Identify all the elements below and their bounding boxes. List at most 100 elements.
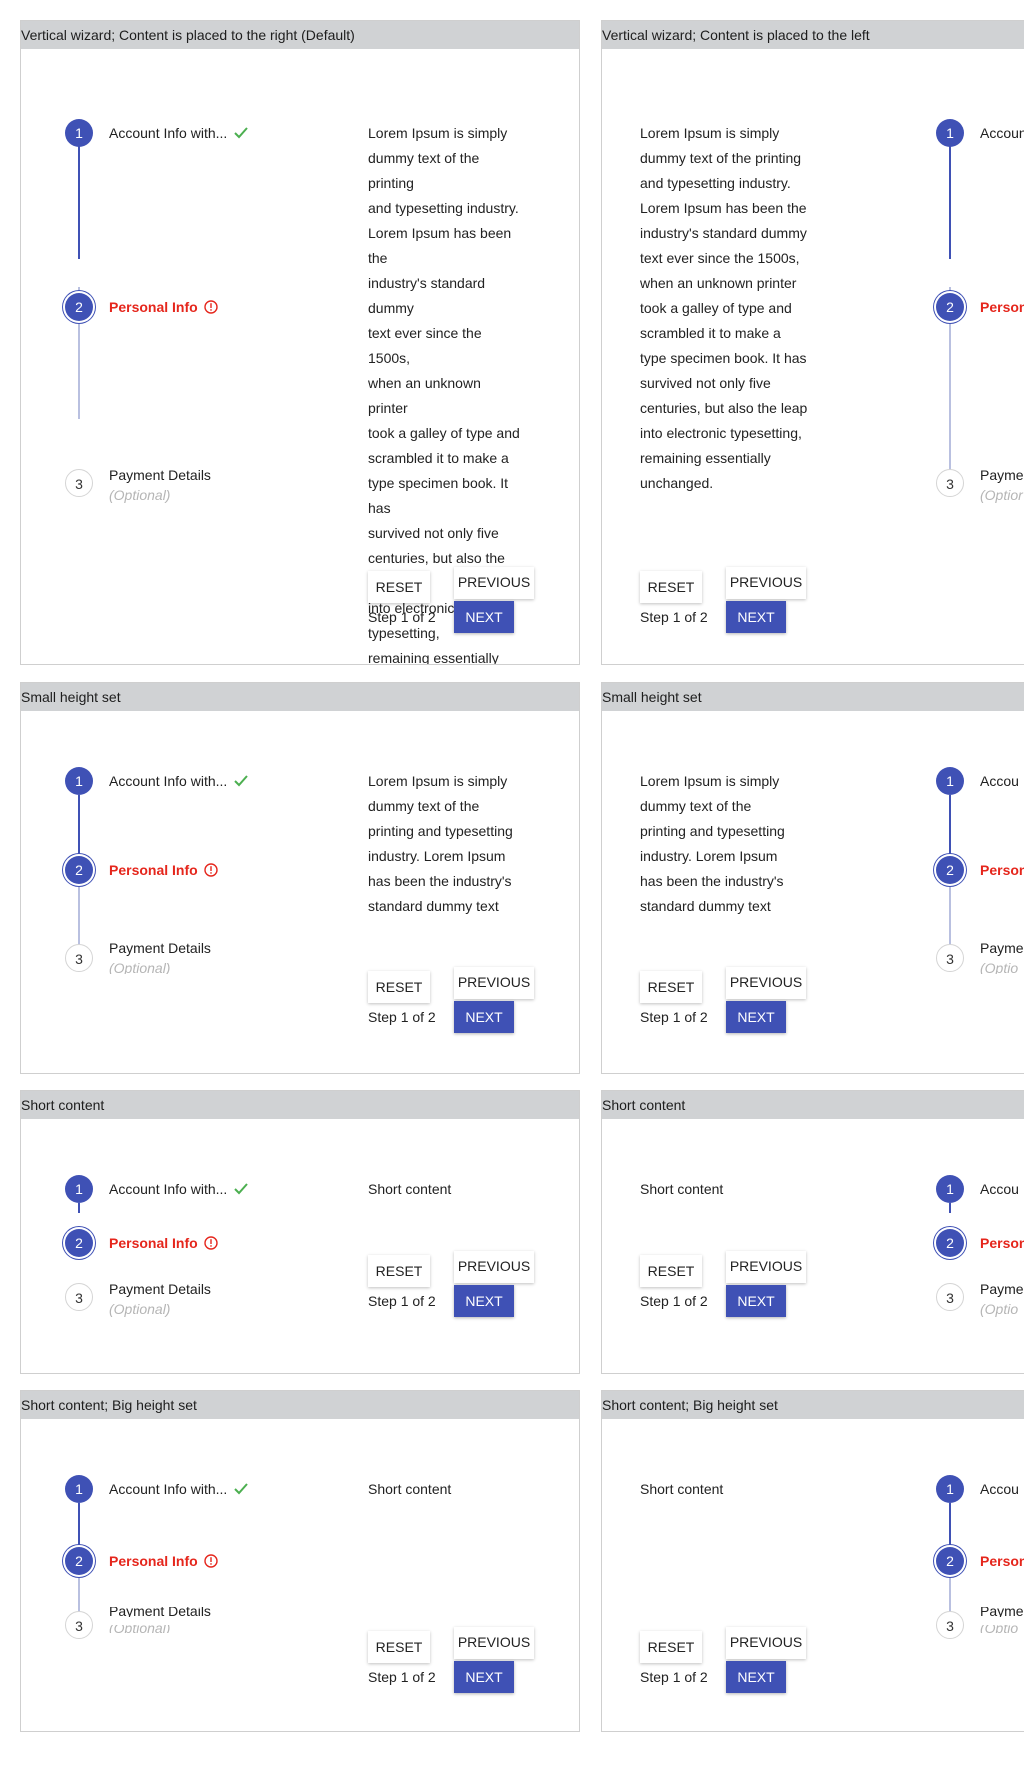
- step-2-circle[interactable]: 2: [936, 293, 964, 321]
- step-1-label[interactable]: Accou: [980, 1181, 1019, 1197]
- step-1-label[interactable]: Accoun: [980, 125, 1024, 141]
- content-line: text ever since the 1500s,: [368, 325, 482, 366]
- step-2-label[interactable]: Personal Info: [109, 862, 218, 878]
- step-1-label[interactable]: Accou: [980, 1481, 1019, 1497]
- step-1-label[interactable]: Account Info with...: [109, 773, 249, 789]
- step-1-circle[interactable]: 1: [65, 119, 93, 147]
- content-line: type specimen book. It has: [368, 475, 509, 516]
- step-2-label[interactable]: Person: [980, 1235, 1024, 1251]
- step-1-label[interactable]: Account Info with...: [109, 1481, 249, 1497]
- step-3-optional: (Optional): [109, 960, 171, 974]
- step-1-circle[interactable]: 1: [936, 119, 964, 147]
- reset-button[interactable]: RESET: [368, 1255, 430, 1287]
- step-1-circle[interactable]: 1: [936, 1475, 964, 1503]
- step-2-circle[interactable]: 2: [65, 856, 93, 884]
- next-button[interactable]: NEXT: [726, 1001, 786, 1033]
- step-counter: Step 1 of 2: [368, 1669, 436, 1685]
- panel-title: Short content: [21, 1091, 579, 1119]
- step-3-circle[interactable]: 3: [936, 944, 964, 972]
- step-2-circle[interactable]: 2: [936, 856, 964, 884]
- next-button[interactable]: NEXT: [454, 601, 514, 633]
- step-2-label[interactable]: Person: [980, 862, 1024, 878]
- step-3-label[interactable]: Payment Details: [109, 940, 211, 956]
- step-1-circle[interactable]: 1: [936, 1175, 964, 1203]
- reset-button[interactable]: RESET: [368, 1631, 430, 1663]
- step-2-label[interactable]: Personal Info: [109, 299, 218, 315]
- step-2-circle[interactable]: 2: [936, 1547, 964, 1575]
- next-button[interactable]: NEXT: [454, 1001, 514, 1033]
- panel-title: Small height set: [21, 683, 579, 711]
- content-line: took a galley of type and: [640, 300, 792, 316]
- step-3-label[interactable]: Payme: [980, 940, 1024, 956]
- step-1-circle[interactable]: 1: [936, 767, 964, 795]
- step-3-label[interactable]: Payme: [980, 1281, 1024, 1297]
- reset-button[interactable]: RESET: [640, 1631, 702, 1663]
- previous-button[interactable]: PREVIOUS: [454, 1627, 534, 1659]
- previous-button[interactable]: PREVIOUS: [454, 1251, 534, 1283]
- step-3-circle[interactable]: 3: [936, 1611, 964, 1639]
- step-2-circle[interactable]: 2: [936, 1229, 964, 1257]
- wizard-panel-small-height-right: Small height set 1 Account Info with... …: [20, 682, 580, 1074]
- next-button[interactable]: NEXT: [454, 1661, 514, 1693]
- step-3-optional: (Optio: [980, 1301, 1019, 1317]
- previous-button[interactable]: PREVIOUS: [454, 967, 534, 999]
- step-1-circle[interactable]: 1: [65, 767, 93, 795]
- step-2-label[interactable]: Personal Info: [109, 1235, 218, 1251]
- content-line: Lorem Ipsum is simply: [640, 773, 780, 789]
- check-icon: [234, 1483, 249, 1495]
- step-1-label[interactable]: Account Info with...: [109, 1181, 249, 1197]
- reset-button[interactable]: RESET: [368, 571, 430, 603]
- step-2-label-text: Personal Info: [109, 1553, 198, 1569]
- step-3-circle[interactable]: 3: [936, 469, 964, 497]
- previous-button[interactable]: PREVIOUS: [726, 1251, 806, 1283]
- step-3-label[interactable]: Payment Details: [109, 1607, 211, 1617]
- wizard-panel-short-content-right: Short content 1 Account Info with... 2 P…: [20, 1090, 580, 1374]
- previous-button[interactable]: PREVIOUS: [726, 967, 806, 999]
- next-button[interactable]: NEXT: [726, 1285, 786, 1317]
- previous-button[interactable]: PREVIOUS: [726, 1627, 806, 1659]
- reset-button[interactable]: RESET: [368, 971, 430, 1003]
- step-2-label[interactable]: Person: [980, 299, 1024, 315]
- step-3-label[interactable]: Payme: [980, 1607, 1024, 1617]
- panel-title: Vertical wizard; Content is placed to th…: [602, 21, 1024, 49]
- step-3-circle[interactable]: 3: [65, 944, 93, 972]
- step-3-label[interactable]: Payment Details: [109, 467, 211, 483]
- content-line: standard dummy text: [368, 898, 499, 914]
- step-2-circle[interactable]: 2: [65, 293, 93, 321]
- step-2-label[interactable]: Person: [980, 1553, 1024, 1569]
- next-button[interactable]: NEXT: [726, 601, 786, 633]
- error-icon: [203, 1554, 218, 1568]
- check-icon: [234, 1183, 249, 1195]
- next-button[interactable]: NEXT: [726, 1661, 786, 1693]
- step-connector: [78, 1503, 80, 1547]
- step-3-optional: (Optio: [980, 960, 1019, 974]
- reset-button[interactable]: RESET: [640, 571, 702, 603]
- content-line: remaining essentially: [368, 650, 499, 665]
- previous-button[interactable]: PREVIOUS: [454, 567, 534, 599]
- step-3-circle[interactable]: 3: [65, 1283, 93, 1311]
- step-1-circle[interactable]: 1: [65, 1175, 93, 1203]
- content-line: Lorem Ipsum is simply: [640, 125, 780, 141]
- step-3-circle[interactable]: 3: [65, 469, 93, 497]
- content-line: dummy text of the: [368, 798, 480, 814]
- content-line: printing and typesetting: [640, 823, 785, 839]
- previous-button[interactable]: PREVIOUS: [726, 567, 806, 599]
- step-3-label[interactable]: Payment Details: [109, 1281, 211, 1297]
- step-3-circle[interactable]: 3: [65, 1611, 93, 1639]
- step-2-circle[interactable]: 2: [65, 1229, 93, 1257]
- step-1-label[interactable]: Accou: [980, 773, 1019, 789]
- step-2-label[interactable]: Personal Info: [109, 1553, 218, 1569]
- error-icon: [203, 300, 218, 314]
- reset-button[interactable]: RESET: [640, 971, 702, 1003]
- step-2-circle[interactable]: 2: [65, 1547, 93, 1575]
- step-1-circle[interactable]: 1: [65, 1475, 93, 1503]
- step-3-circle[interactable]: 3: [936, 1283, 964, 1311]
- step-1-label[interactable]: Account Info with...: [109, 125, 249, 141]
- step-content: Lorem Ipsum is simply dummy text of the …: [368, 769, 523, 919]
- next-button[interactable]: NEXT: [454, 1285, 514, 1317]
- step-counter: Step 1 of 2: [368, 1293, 436, 1309]
- step-3-label[interactable]: Payme: [980, 467, 1024, 483]
- content-line: standard dummy text: [640, 898, 771, 914]
- reset-button[interactable]: RESET: [640, 1255, 702, 1287]
- step-connector: [78, 1203, 80, 1213]
